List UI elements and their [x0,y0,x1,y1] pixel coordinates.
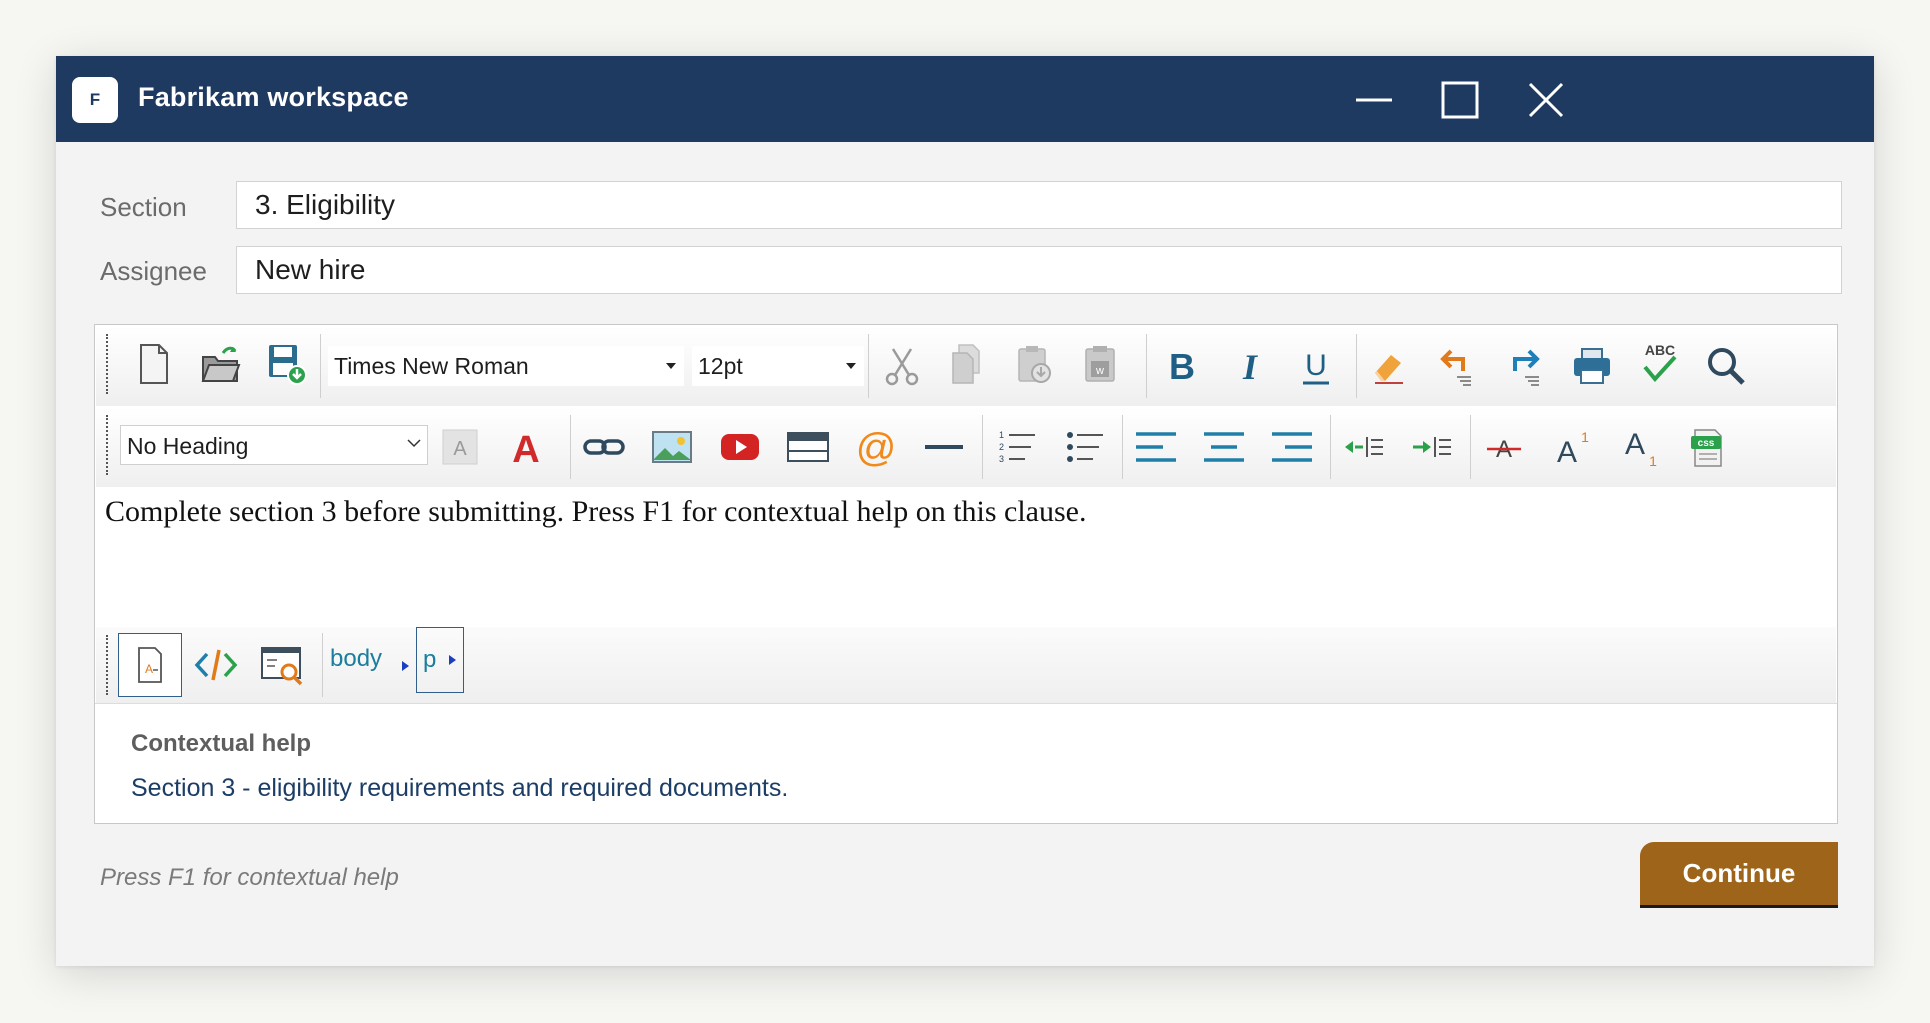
toolbar-grip[interactable] [106,334,110,394]
svg-text:2: 2 [999,442,1004,452]
align-center-icon[interactable] [1200,423,1248,471]
breadcrumb-body[interactable]: body [330,645,382,673]
spellcheck-icon[interactable]: ABC [1636,340,1684,388]
align-left-icon[interactable] [1132,423,1180,471]
horizontal-rule-icon[interactable] [920,423,968,471]
print-icon[interactable] [1568,342,1616,390]
svg-text:B: B [1169,346,1195,387]
svg-text:w: w [1095,365,1104,377]
new-document-icon[interactable] [130,340,178,388]
svg-text:1: 1 [999,430,1004,440]
contextual-help-panel: Contextual help Section 3 - eligibility … [95,703,1837,823]
link-icon[interactable] [580,423,628,471]
font-color-icon[interactable]: A [502,423,550,471]
close-icon [1528,82,1564,118]
toolbar-row-2: No Heading A A @ 1 2 3 A A 1 A 1 css [96,407,1836,487]
help-body: Section 3 - eligibility requirements and… [131,774,789,802]
toolbar-grip[interactable] [106,635,110,695]
outdent-icon[interactable] [1340,423,1388,471]
svg-text:1: 1 [1581,429,1589,445]
maximize-icon [1441,81,1479,119]
close-button[interactable] [1522,76,1570,124]
title-bar: F Fabrikam workspace [56,56,1874,142]
superscript-icon[interactable]: A1 [1548,423,1596,471]
heading-value: No Heading [127,433,249,459]
breadcrumb-arrow-icon [402,661,409,671]
bold-icon[interactable]: B [1158,342,1206,390]
svg-text:ABC: ABC [1645,342,1675,358]
breadcrumb-arrow-icon [449,655,456,665]
maximize-button[interactable] [1436,76,1484,124]
svg-text:A: A [453,438,467,460]
app-icon: F [72,77,118,123]
design-view-icon[interactable]: A [118,633,182,697]
font-size-value: 12pt [698,353,743,379]
email-link-icon[interactable]: @ [852,423,900,471]
help-title: Contextual help [131,730,312,757]
svg-text:A: A [1625,428,1645,461]
breadcrumb-p: p [423,646,437,673]
footer-hint: Press F1 for contextual help [100,864,399,891]
open-folder-icon[interactable] [196,340,244,388]
svg-text:A: A [1557,436,1577,469]
cut-icon[interactable] [878,342,926,390]
search-icon[interactable] [1702,342,1750,390]
font-family-value: Times New Roman [334,353,529,379]
window-title: Fabrikam workspace [138,82,409,112]
chevron-down-icon [407,439,421,448]
align-right-icon[interactable] [1268,423,1316,471]
assignee-label: Assignee [100,256,207,286]
chevron-down-icon [666,363,676,369]
svg-text:U: U [1305,349,1327,382]
section-field[interactable]: 3. Eligibility [236,181,1842,229]
indent-icon[interactable] [1408,423,1456,471]
heading-select[interactable]: No Heading [120,425,428,465]
svg-text:@: @ [856,426,897,470]
svg-text:1: 1 [1649,453,1657,469]
svg-text:A: A [512,429,539,470]
numbered-list-icon[interactable]: 1 2 3 [992,423,1040,471]
save-icon[interactable] [262,340,310,388]
minimize-button[interactable] [1350,76,1398,124]
eraser-icon[interactable] [1364,342,1412,390]
breadcrumb-current[interactable]: p [416,627,464,693]
chevron-down-icon [846,363,856,369]
toolbar-row-1: Times New Roman 12pt w B I U ABC [96,326,1836,406]
assignee-field[interactable]: New hire [236,246,1842,294]
strikethrough-icon[interactable]: A [1480,423,1528,471]
video-icon[interactable] [716,423,764,471]
section-label: Section [100,192,187,222]
undo-icon[interactable] [1432,342,1480,390]
svg-text:css: css [1698,438,1715,449]
redo-icon[interactable] [1500,342,1548,390]
svg-text:I: I [1242,347,1259,387]
editor-content[interactable]: Complete section 3 before submitting. Pr… [105,495,1825,635]
underline-icon[interactable]: U [1292,342,1340,390]
bullet-list-icon[interactable] [1060,423,1108,471]
paste-from-word-icon[interactable]: w [1076,340,1124,388]
toolbar-grip[interactable] [106,415,110,475]
subscript-icon[interactable]: A1 [1616,423,1664,471]
preview-icon[interactable] [258,641,306,689]
svg-text:A: A [145,662,153,676]
image-icon[interactable] [648,423,696,471]
paste-icon[interactable] [1010,340,1058,388]
table-icon[interactable] [784,423,832,471]
app-window: F Fabrikam workspace Section 3. Eligibil… [56,56,1874,966]
svg-text:3: 3 [999,454,1004,464]
code-view-icon[interactable] [192,641,240,689]
italic-icon[interactable]: I [1226,342,1274,390]
css-icon[interactable]: css [1684,423,1732,471]
status-path-bar: A body p [96,627,1836,703]
continue-button[interactable]: Continue [1640,842,1838,908]
font-family-select[interactable]: Times New Roman [328,346,684,386]
rich-text-editor: Times New Roman 12pt w B I U ABC No Head… [94,324,1838,824]
minimize-icon [1356,98,1392,102]
background-color-icon[interactable]: A [436,423,484,471]
copy-icon[interactable] [944,340,992,388]
font-size-select[interactable]: 12pt [692,346,864,386]
